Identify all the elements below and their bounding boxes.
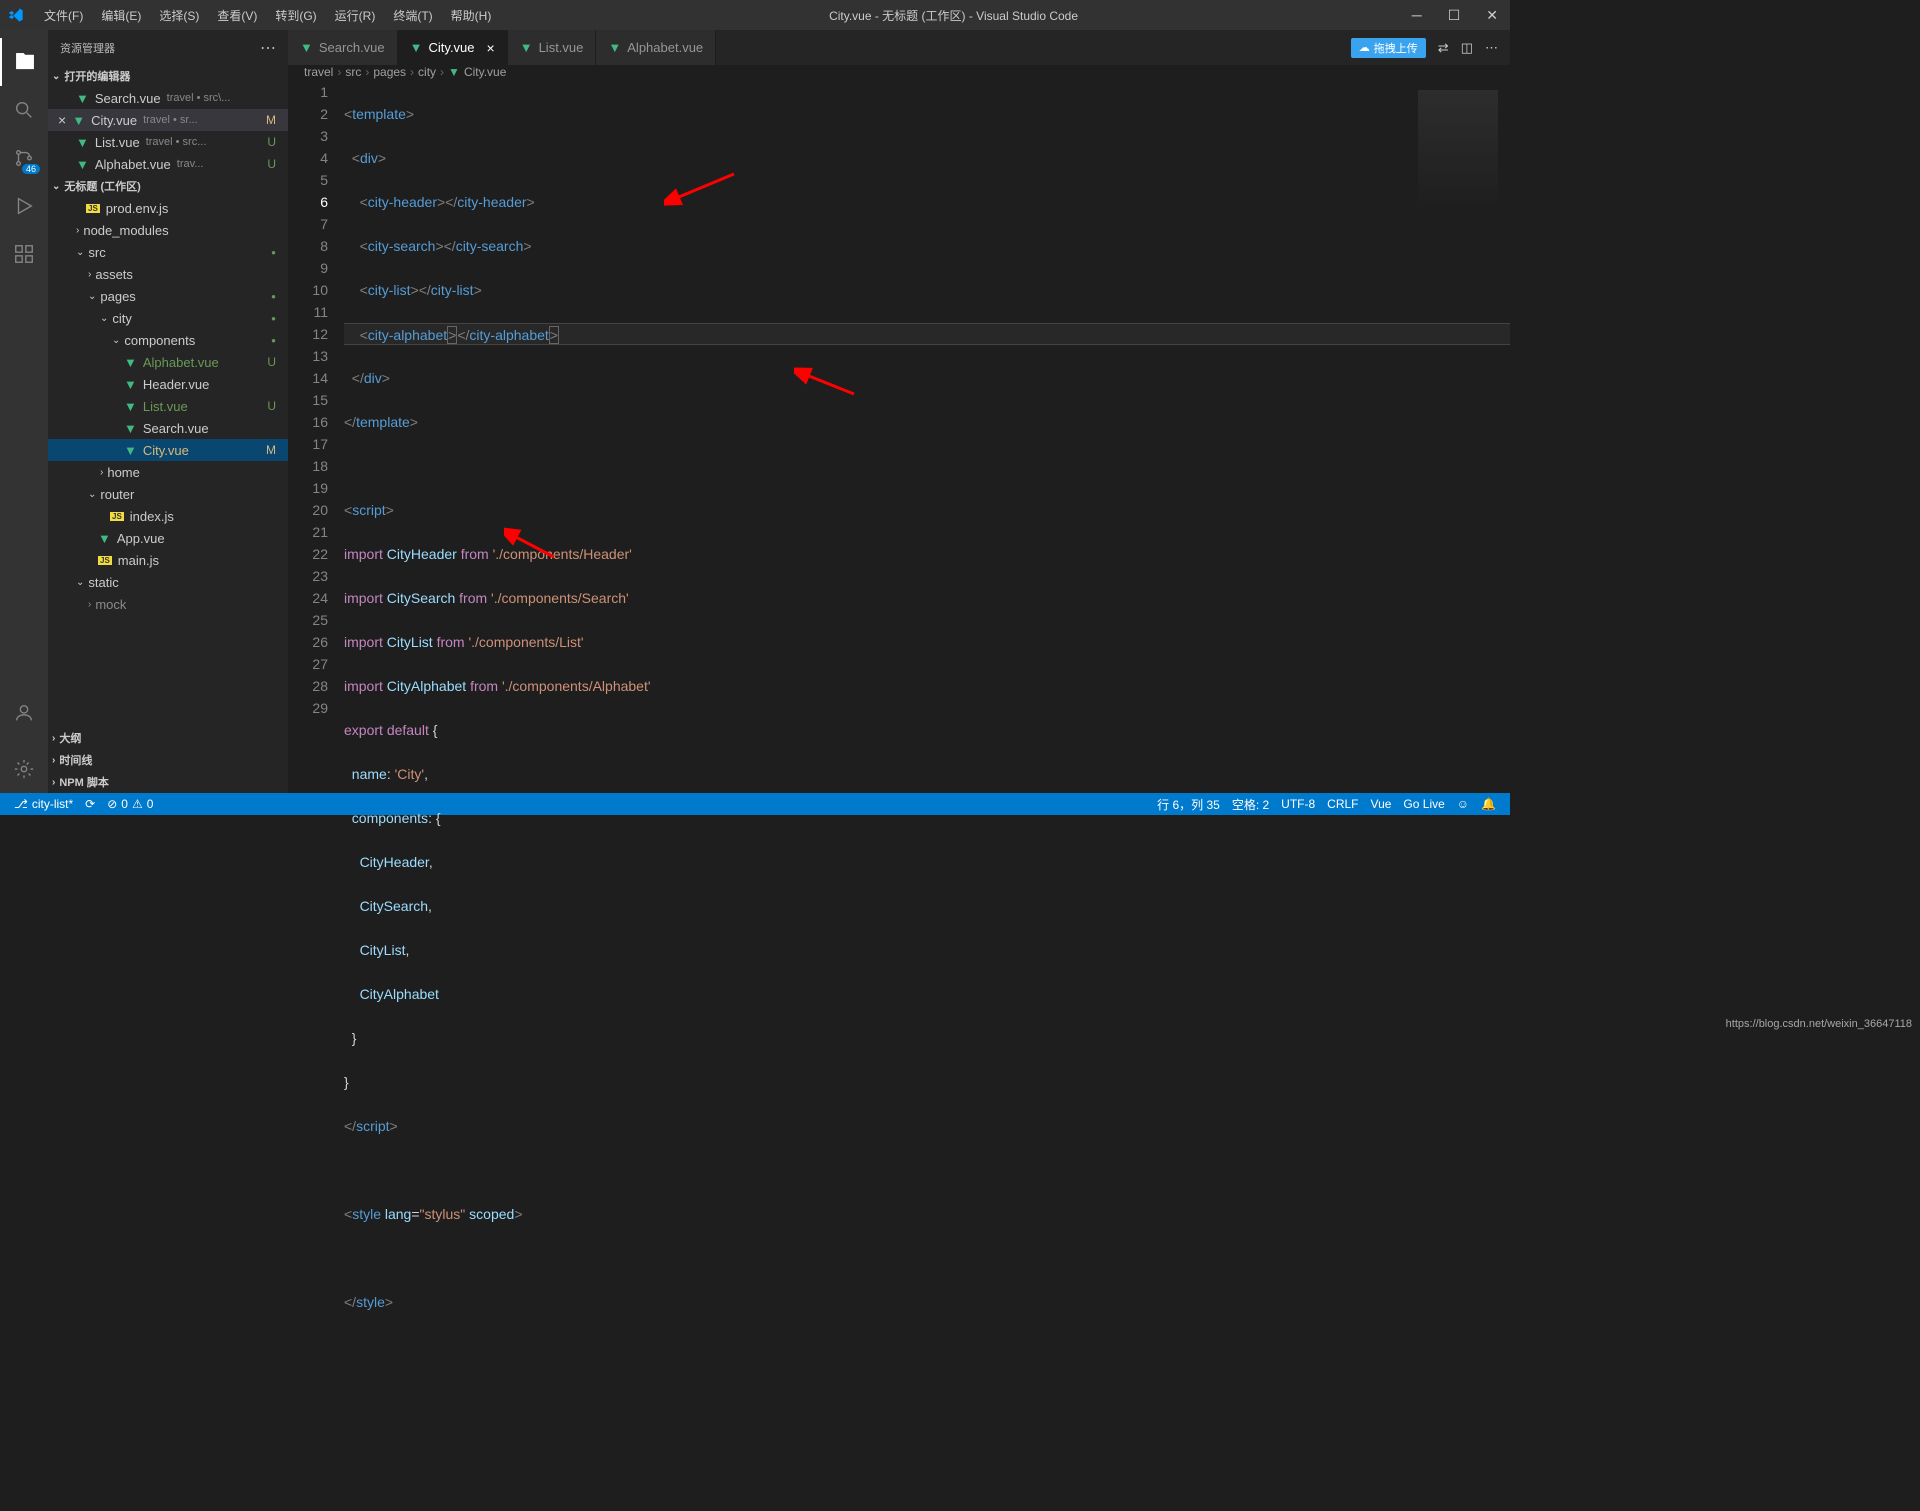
source-control-icon[interactable]: 46 [0, 134, 48, 182]
timeline-header[interactable]: ›时间线 [48, 749, 288, 771]
file-search[interactable]: ▼Search.vue [48, 417, 288, 439]
problems[interactable]: ⊘0 ⚠0 [101, 797, 159, 811]
tab-city[interactable]: ▼City.vue× [398, 30, 508, 65]
menu-run[interactable]: 运行(R) [327, 3, 384, 28]
compare-icon[interactable]: ⇄ [1438, 40, 1449, 56]
menu-terminal[interactable]: 终端(T) [385, 3, 440, 28]
file-index-js[interactable]: JSindex.js [48, 505, 288, 527]
run-debug-icon[interactable] [0, 182, 48, 230]
sync-icon[interactable]: ⟳ [79, 797, 101, 811]
open-editors-header[interactable]: ⌄打开的编辑器 [48, 65, 288, 87]
line-numbers: 1234567891011121314151617181920212223242… [288, 79, 344, 1511]
minimap[interactable] [1418, 90, 1498, 210]
folder-city[interactable]: ⌄city [48, 307, 288, 329]
editor-item-alphabet[interactable]: ▼Alphabet.vuetrav...U [48, 153, 288, 175]
menu-bar: 文件(F) 编辑(E) 选择(S) 查看(V) 转到(G) 运行(R) 终端(T… [36, 3, 499, 28]
code-content[interactable]: <template> <div> <city-header></city-hea… [344, 79, 1510, 1511]
minimize-button[interactable]: ─ [1408, 7, 1426, 24]
file-main-js[interactable]: JSmain.js [48, 549, 288, 571]
menu-view[interactable]: 查看(V) [209, 3, 265, 28]
file-alphabet[interactable]: ▼Alphabet.vueU [48, 351, 288, 373]
file-app-vue[interactable]: ▼App.vue [48, 527, 288, 549]
file-prod-env[interactable]: JSprod.env.js [48, 197, 288, 219]
tab-alphabet[interactable]: ▼Alphabet.vue [596, 30, 716, 65]
menu-help[interactable]: 帮助(H) [443, 3, 500, 28]
search-icon[interactable] [0, 86, 48, 134]
upload-button[interactable]: ☁拖拽上传 [1351, 38, 1426, 58]
branch-icon: ⎇ [14, 797, 28, 811]
error-icon: ⊘ [107, 797, 117, 811]
menu-file[interactable]: 文件(F) [36, 3, 91, 28]
menu-goto[interactable]: 转到(G) [267, 3, 324, 28]
vscode-logo-icon [8, 7, 24, 23]
workspace-header[interactable]: ⌄无标题 (工作区) [48, 175, 288, 197]
menu-select[interactable]: 选择(S) [151, 3, 207, 28]
breadcrumb[interactable]: travel› src› pages› city› ▼City.vue [288, 65, 1510, 79]
editor-item-list[interactable]: ▼List.vuetravel • src...U [48, 131, 288, 153]
code-editor[interactable]: 1234567891011121314151617181920212223242… [288, 79, 1510, 1511]
scm-badge: 46 [22, 164, 40, 174]
close-button[interactable]: ✕ [1482, 7, 1502, 24]
editor-area: ▼Search.vue ▼City.vue× ▼List.vue ▼Alphab… [288, 30, 1510, 793]
folder-node-modules[interactable]: ›node_modules [48, 219, 288, 241]
tab-list[interactable]: ▼List.vue [508, 30, 597, 65]
cloud-icon: ☁ [1359, 41, 1370, 54]
tab-close-icon[interactable]: × [487, 40, 495, 56]
settings-icon[interactable] [0, 745, 48, 793]
folder-home[interactable]: ›home [48, 461, 288, 483]
folder-static[interactable]: ⌄static [48, 571, 288, 593]
sidebar-more-icon[interactable]: ⋯ [260, 38, 276, 58]
folder-assets[interactable]: ›assets [48, 263, 288, 285]
outline-header[interactable]: ›大纲 [48, 727, 288, 749]
file-list[interactable]: ▼List.vueU [48, 395, 288, 417]
editor-tabs: ▼Search.vue ▼City.vue× ▼List.vue ▼Alphab… [288, 30, 1510, 65]
folder-components[interactable]: ⌄components [48, 329, 288, 351]
activity-bar: 46 [0, 30, 48, 793]
split-icon[interactable]: ◫ [1461, 40, 1473, 56]
account-icon[interactable] [0, 689, 48, 737]
file-city-vue[interactable]: ▼City.vueM [48, 439, 288, 461]
maximize-button[interactable]: ☐ [1444, 7, 1465, 24]
close-icon[interactable]: × [58, 112, 66, 128]
tab-search[interactable]: ▼Search.vue [288, 30, 398, 65]
editor-item-city[interactable]: ×▼City.vuetravel • sr...M [48, 109, 288, 131]
folder-mock[interactable]: ›mock [48, 593, 288, 615]
npm-header[interactable]: ›NPM 脚本 [48, 771, 288, 793]
folder-router[interactable]: ⌄router [48, 483, 288, 505]
menu-edit[interactable]: 编辑(E) [93, 3, 149, 28]
window-title: City.vue - 无标题 (工作区) - Visual Studio Cod… [499, 7, 1407, 24]
folder-src[interactable]: ⌄src [48, 241, 288, 263]
explorer-icon[interactable] [0, 38, 48, 86]
extensions-icon[interactable] [0, 230, 48, 278]
sidebar-header: 资源管理器 ⋯ [48, 30, 288, 65]
folder-pages[interactable]: ⌄pages [48, 285, 288, 307]
sidebar: 资源管理器 ⋯ ⌄打开的编辑器 ▼Search.vuetravel • src\… [48, 30, 288, 793]
sidebar-title: 资源管理器 [60, 40, 115, 56]
git-branch[interactable]: ⎇city-list* [8, 797, 79, 811]
file-header[interactable]: ▼Header.vue [48, 373, 288, 395]
titlebar: 文件(F) 编辑(E) 选择(S) 查看(V) 转到(G) 运行(R) 终端(T… [0, 0, 1510, 30]
warning-icon: ⚠ [132, 797, 143, 811]
watermark: https://blog.csdn.net/weixin_36647118 [1726, 1018, 1912, 1030]
window-controls: ─ ☐ ✕ [1408, 7, 1502, 24]
editor-item-search[interactable]: ▼Search.vuetravel • src\... [48, 87, 288, 109]
more-icon[interactable]: ⋯ [1485, 40, 1498, 56]
